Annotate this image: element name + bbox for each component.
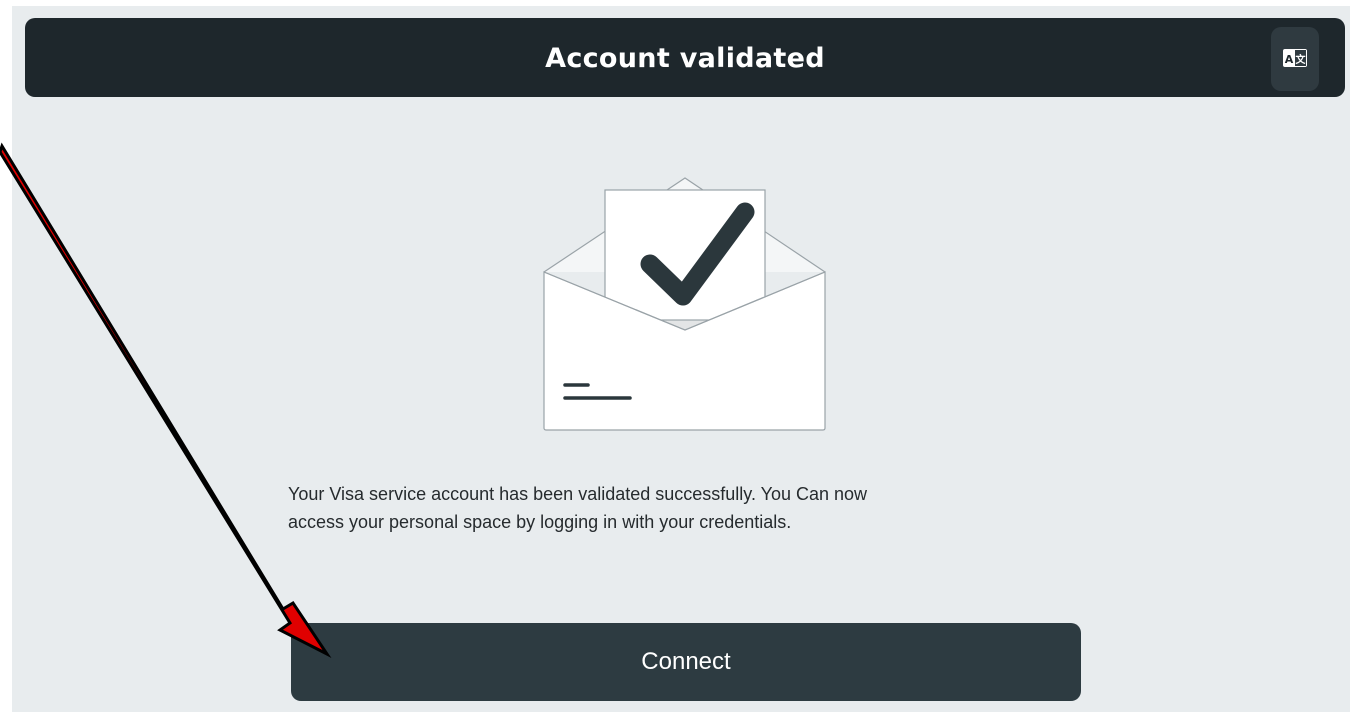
page-title: Account validated: [545, 43, 825, 74]
translate-button[interactable]: A 文: [1271, 27, 1319, 91]
connect-button[interactable]: Connect: [291, 623, 1081, 701]
svg-text:A: A: [1285, 53, 1294, 66]
message-line-1: Your Visa service account has been valid…: [288, 484, 868, 504]
envelope-checkmark-icon: [540, 172, 830, 439]
translate-icon: A 文: [1283, 49, 1307, 67]
header-bar: Account validated: [25, 18, 1345, 97]
success-message: Your Visa service account has been valid…: [288, 480, 1088, 536]
message-line-2: access your personal space by logging in…: [288, 512, 792, 532]
svg-text:文: 文: [1296, 53, 1307, 66]
